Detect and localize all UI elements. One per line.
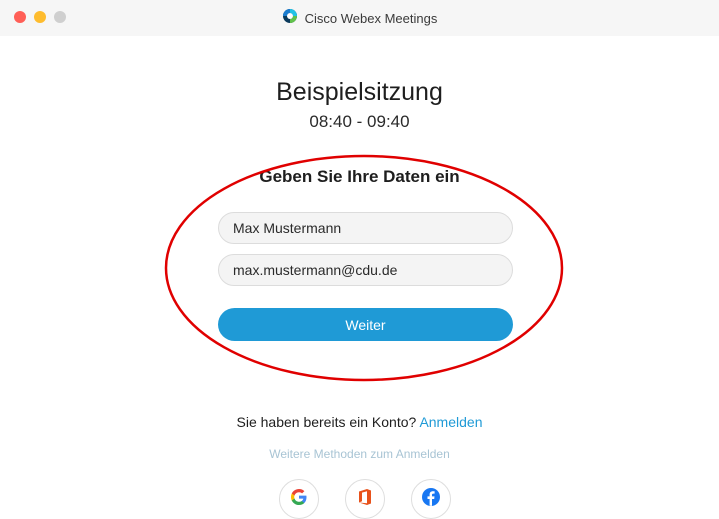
title-bar: Cisco Webex Meetings (0, 0, 719, 36)
more-signin-methods: Weitere Methoden zum Anmelden (269, 447, 450, 461)
account-prompt-line: Sie haben bereits ein Konto? Anmelden (0, 414, 719, 430)
email-field[interactable] (218, 254, 513, 286)
form-heading: Geben Sie Ihre Daten ein (259, 167, 460, 186)
facebook-icon (421, 487, 441, 512)
window-title: Cisco Webex Meetings (304, 10, 438, 26)
signin-link[interactable]: Anmelden (419, 414, 482, 430)
webex-window: Cisco Webex Meetings Beispielsitzung 08:… (0, 0, 719, 519)
google-signin-button[interactable] (279, 479, 319, 519)
google-icon (288, 486, 310, 513)
meeting-time: 08:40 - 09:40 (309, 112, 410, 131)
name-field[interactable] (218, 212, 513, 244)
office-signin-button[interactable] (345, 479, 385, 519)
office-icon (355, 487, 375, 512)
facebook-signin-button[interactable] (411, 479, 451, 519)
webex-logo-icon (282, 8, 298, 29)
account-prompt: Sie haben bereits ein Konto? (236, 414, 417, 430)
window-title-group: Cisco Webex Meetings (0, 0, 719, 36)
meeting-title: Beispielsitzung (276, 78, 443, 106)
continue-button[interactable]: Weiter (218, 308, 513, 341)
